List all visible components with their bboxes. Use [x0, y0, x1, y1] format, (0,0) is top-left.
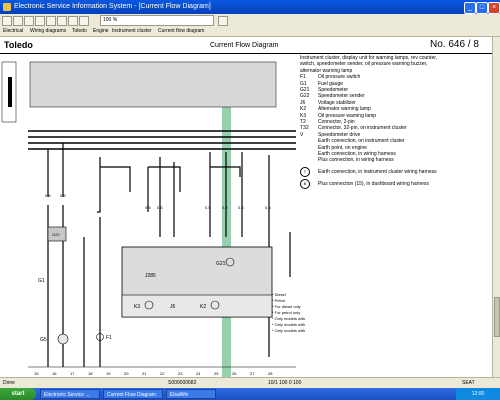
- breadcrumb-item[interactable]: Wiring diagrams: [30, 26, 66, 36]
- page-number: No. 646 / 8: [430, 39, 479, 50]
- svg-text:19: 19: [106, 371, 111, 376]
- taskbar-item[interactable]: ElsaWin: [166, 389, 216, 399]
- legend-circle-row: T Earth connection, in instrument cluste…: [300, 166, 492, 179]
- svg-text:0.5: 0.5: [145, 205, 151, 210]
- g21-label: G21: [216, 261, 226, 267]
- svg-text:20: 20: [124, 371, 129, 376]
- app-icon: [3, 3, 11, 11]
- breadcrumb: Electrical Wiring diagrams Toledo Engine…: [0, 26, 500, 37]
- svg-text:0.5: 0.5: [222, 205, 228, 210]
- g5-label: G5: [40, 337, 47, 343]
- taskbar-item[interactable]: Current Flow Diagram: [103, 389, 163, 399]
- svg-text:16: 16: [52, 371, 57, 376]
- wire-tags: 0.5 0.5 0.5 0.5 0.5 0.5 0.5 0.5: [45, 193, 271, 210]
- back-icon[interactable]: [2, 16, 12, 26]
- svg-text:18: 18: [88, 371, 93, 376]
- svg-text:0.5: 0.5: [238, 205, 244, 210]
- status-bar: Done S000000682 10/1 100 0 100 SEAT: [0, 377, 500, 388]
- legend-row: Plus connection, in wiring harness: [318, 157, 394, 164]
- system-tray-clock: 12:00: [456, 388, 500, 400]
- cluster-lower-strip: [121, 294, 273, 318]
- taskbar: start Electronic Service ... Current Flo…: [0, 388, 500, 400]
- document-number: S000000682: [168, 380, 197, 386]
- svg-text:0.5: 0.5: [265, 205, 271, 210]
- brand-text: SEAT: [462, 380, 475, 386]
- search-icon[interactable]: [46, 16, 56, 26]
- margin-marker: [8, 77, 12, 107]
- window-title: Electronic Service Information System - …: [14, 3, 211, 10]
- column-numbers: 15 16 17 18 19 20 21 22 23 24 25 26 27 2…: [34, 371, 273, 376]
- breadcrumb-item[interactable]: Electrical: [3, 26, 23, 36]
- zoom-out-icon[interactable]: [68, 16, 78, 26]
- j6-label: J6: [170, 304, 176, 310]
- forward-icon[interactable]: [13, 16, 23, 26]
- k3-label: K3: [134, 304, 140, 310]
- close-button[interactable]: ×: [488, 2, 500, 14]
- svg-text:21: 21: [142, 371, 147, 376]
- k2-label: K2: [200, 304, 206, 310]
- zoom-in-icon[interactable]: [57, 16, 67, 26]
- g1-label: G1: [38, 278, 45, 284]
- svg-text:22: 22: [160, 371, 165, 376]
- legend: Instrument cluster, display unit for war…: [300, 55, 492, 255]
- breadcrumb-item[interactable]: Toledo: [72, 26, 87, 36]
- maximize-button[interactable]: □: [476, 2, 488, 14]
- breadcrumb-item[interactable]: Current flow diagram: [158, 26, 204, 36]
- legend-circle-row: B Plus connection (15), in dashboard wir…: [300, 178, 492, 191]
- svg-text:0.5: 0.5: [205, 205, 211, 210]
- svg-text:25: 25: [214, 371, 219, 376]
- svg-text:17: 17: [70, 371, 75, 376]
- cluster-label: J285: [145, 273, 156, 279]
- svg-text:0.5: 0.5: [45, 193, 51, 198]
- sender-icon: [57, 333, 69, 345]
- plus-point-icon: B: [300, 178, 310, 189]
- svg-text:15: 15: [34, 371, 39, 376]
- svg-text:23: 23: [178, 371, 183, 376]
- home-icon[interactable]: [24, 16, 34, 26]
- svg-text:0.5: 0.5: [60, 193, 66, 198]
- svg-text:26: 26: [232, 371, 237, 376]
- zoom-field[interactable]: 100 %: [100, 15, 214, 26]
- earth-point-icon: T: [300, 166, 310, 177]
- page-icon[interactable]: [79, 16, 89, 26]
- svg-text:28: 28: [268, 371, 273, 376]
- help-icon[interactable]: [218, 16, 228, 26]
- taskbar-item[interactable]: Electronic Service ...: [40, 389, 100, 399]
- status-text: Done: [3, 380, 15, 386]
- footnotes: * Diesel * Petrol * For diesel only * Fo…: [272, 292, 306, 333]
- vertical-scrollbar[interactable]: [492, 37, 500, 377]
- wiring-diagram: 0.5 0.5 0.5 0.5 0.5 0.5 0.5 0.5 J285 K3 K2 J…: [1, 61, 296, 377]
- print-icon[interactable]: [35, 16, 45, 26]
- start-button[interactable]: start: [0, 388, 36, 400]
- page-info: 10/1 100 0 100: [268, 380, 302, 386]
- f1-label: F1: [106, 335, 112, 341]
- svg-text:27: 27: [250, 371, 255, 376]
- breadcrumb-item[interactable]: Instrument cluster: [112, 26, 152, 36]
- scrollbar-thumb[interactable]: [494, 297, 500, 337]
- breadcrumb-item[interactable]: Engine: [93, 26, 109, 36]
- svg-text:24: 24: [196, 371, 201, 376]
- document-view[interactable]: Toledo Current Flow Diagram No. 646 / 8: [0, 37, 492, 377]
- svg-text:0.5: 0.5: [157, 205, 163, 210]
- relay-panel: [29, 61, 277, 108]
- minimize-button[interactable]: _: [464, 2, 476, 14]
- title-bar: Electronic Service Information System - …: [0, 0, 500, 14]
- g22-label: G22: [52, 232, 60, 237]
